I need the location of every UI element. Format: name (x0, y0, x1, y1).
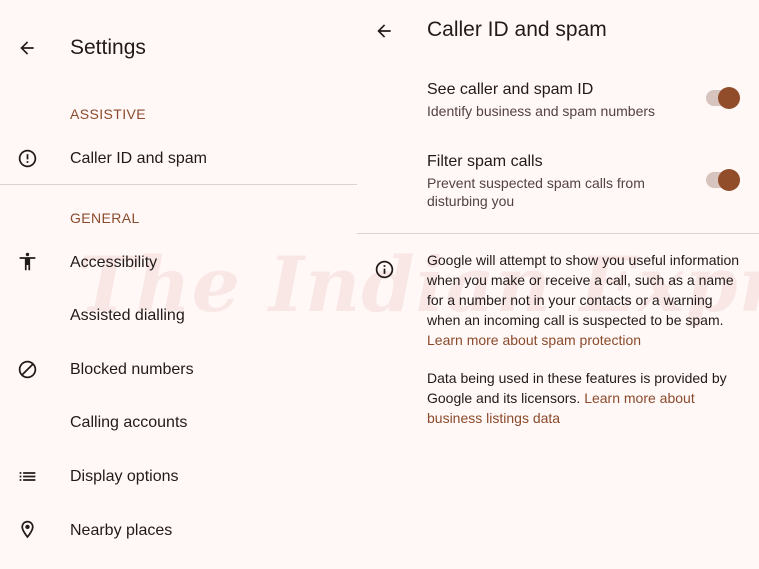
settings-panel: Settings ASSISTIVE Caller ID and spam GE… (0, 0, 357, 569)
setting-title: See caller and spam ID (427, 81, 594, 98)
setting-row-filter-spam-calls[interactable]: Filter spam calls Prevent suspected spam… (357, 145, 759, 215)
block-icon (17, 359, 38, 380)
back-arrow-icon[interactable] (17, 38, 37, 58)
back-arrow-icon[interactable] (374, 21, 394, 41)
info-text: Google will attempt to show you useful i… (427, 252, 740, 328)
accessibility-icon (17, 251, 38, 272)
alert-circle-icon (17, 148, 38, 169)
section-header-assistive: ASSISTIVE (70, 106, 146, 122)
info-paragraph-1: Google will attempt to show you useful i… (427, 250, 749, 350)
item-label: Caller ID and spam (70, 150, 207, 167)
list-icon (17, 466, 38, 487)
sidebar-item-nearby-places[interactable]: Nearby places (0, 509, 357, 553)
filter-spam-calls-toggle[interactable] (706, 167, 740, 193)
section-divider (0, 184, 357, 185)
page-title: Caller ID and spam (427, 18, 607, 41)
sidebar-item-display-options[interactable]: Display options (0, 455, 357, 499)
sidebar-item-caller-id-and-spam[interactable]: Caller ID and spam (0, 137, 357, 181)
location-pin-icon (17, 519, 38, 540)
spam-protection-link[interactable]: Learn more about spam protection (427, 332, 641, 348)
item-label: Accessibility (70, 254, 158, 271)
setting-subtitle: Prevent suspected spam calls from distur… (427, 175, 645, 209)
info-icon (374, 259, 395, 280)
sidebar-item-blocked-numbers[interactable]: Blocked numbers (0, 348, 357, 392)
item-label: Nearby places (70, 522, 173, 539)
toggle-thumb (718, 169, 740, 191)
item-label: Display options (70, 468, 179, 485)
info-paragraph-2: Data being used in these features is pro… (427, 368, 737, 428)
caller-spam-id-toggle[interactable] (706, 85, 740, 111)
page-title: Settings (70, 36, 146, 59)
sidebar-item-calling-accounts[interactable]: Calling accounts (0, 401, 357, 445)
section-divider (357, 233, 759, 234)
item-label: Calling accounts (70, 414, 188, 431)
section-header-general: GENERAL (70, 210, 140, 226)
item-label: Blocked numbers (70, 361, 194, 378)
setting-subtitle: Identify business and spam numbers (427, 103, 656, 119)
setting-row-caller-spam-id[interactable]: See caller and spam ID Identify business… (357, 72, 759, 130)
caller-id-panel: Caller ID and spam See caller and spam I… (357, 0, 759, 569)
toggle-thumb (718, 87, 740, 109)
sidebar-item-accessibility[interactable]: Accessibility (0, 240, 357, 284)
sidebar-item-assisted-dialling[interactable]: Assisted dialling (0, 294, 357, 338)
item-label: Assisted dialling (70, 307, 185, 324)
setting-title: Filter spam calls (427, 153, 543, 170)
